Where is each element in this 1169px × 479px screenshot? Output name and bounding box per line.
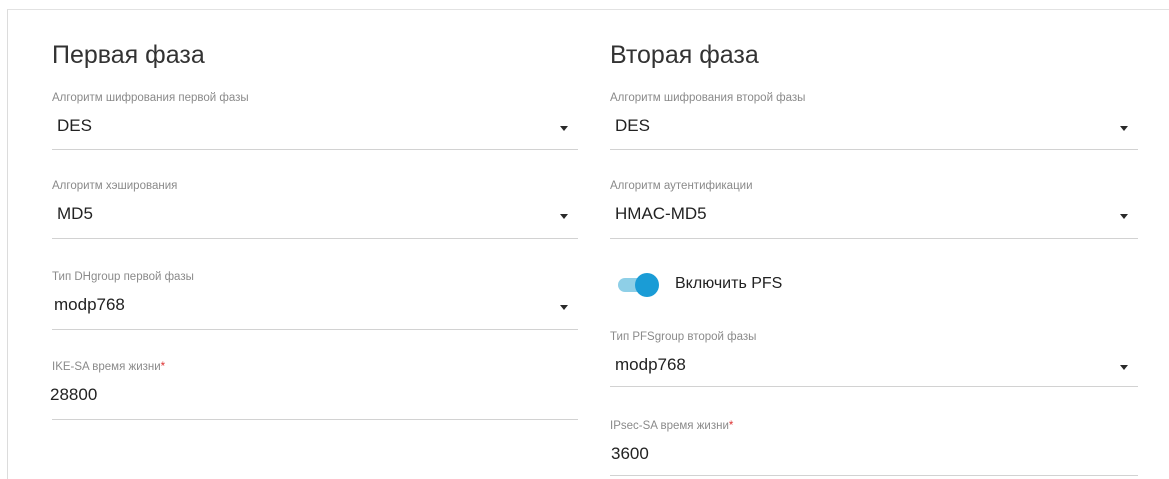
phase1-ike-lifetime-value: 28800	[50, 385, 98, 404]
pfs-toggle-knob[interactable]	[635, 273, 659, 297]
phase1-ike-lifetime-input[interactable]: IKE-SA время жизни* 28800	[50, 361, 578, 421]
phase2-ipsec-lifetime-input[interactable]: IPsec-SA время жизни* 3600	[610, 420, 1138, 478]
phase1-hash-label: Алгоритм хэширования	[52, 180, 178, 192]
phase2-auth-label: Алгоритм аутентификации	[610, 180, 753, 192]
field-underline	[52, 419, 578, 420]
phase1-encryption-select[interactable]: Алгоритм шифрования первой фазы DES	[52, 92, 578, 152]
phase1-hash-value: MD5	[57, 204, 93, 223]
pfs-toggle-label: Включить PFS	[675, 275, 783, 292]
phase1-dhgroup-label: Тип DHgroup первой фазы	[52, 271, 194, 283]
field-underline	[610, 386, 1138, 387]
phase2-auth-value: HMAC-MD5	[615, 204, 707, 223]
phase2-pfsgroup-select[interactable]: Тип PFSgroup второй фазы modp768	[610, 331, 1138, 391]
field-underline	[610, 475, 1138, 476]
phase1-encryption-value: DES	[57, 116, 92, 135]
chevron-down-icon	[1120, 214, 1128, 219]
field-underline	[610, 149, 1138, 150]
phase1-dhgroup-select[interactable]: Тип DHgroup первой фазы modp768	[52, 271, 578, 331]
chevron-down-icon	[1120, 126, 1128, 131]
phase1-title: Первая фаза	[52, 41, 205, 69]
phase1-dhgroup-value: modp768	[54, 295, 125, 314]
phase2-pfsgroup-value: modp768	[615, 355, 686, 374]
chevron-down-icon	[560, 214, 568, 219]
phase2-ipsec-lifetime-value: 3600	[611, 444, 649, 463]
phase1-encryption-label: Алгоритм шифрования первой фазы	[52, 92, 249, 104]
phase2-pfsgroup-label: Тип PFSgroup второй фазы	[610, 331, 757, 343]
phase2-encryption-label: Алгоритм шифрования второй фазы	[610, 92, 806, 104]
phase2-auth-select[interactable]: Алгоритм аутентификации HMAC-MD5	[610, 180, 1138, 240]
phase2-encryption-select[interactable]: Алгоритм шифрования второй фазы DES	[610, 92, 1138, 152]
field-underline	[610, 238, 1138, 239]
chevron-down-icon	[560, 126, 568, 131]
phase2-title: Вторая фаза	[610, 41, 759, 69]
field-underline	[52, 149, 578, 150]
chevron-down-icon	[1120, 365, 1128, 370]
phase1-hash-select[interactable]: Алгоритм хэширования MD5	[52, 180, 578, 240]
field-underline	[52, 238, 578, 239]
phase2-encryption-value: DES	[615, 116, 650, 135]
phase2-ipsec-lifetime-label: IPsec-SA время жизни*	[610, 420, 734, 432]
phase1-ike-lifetime-label: IKE-SA время жизни*	[52, 361, 166, 373]
chevron-down-icon	[560, 305, 568, 310]
field-underline	[52, 329, 578, 330]
